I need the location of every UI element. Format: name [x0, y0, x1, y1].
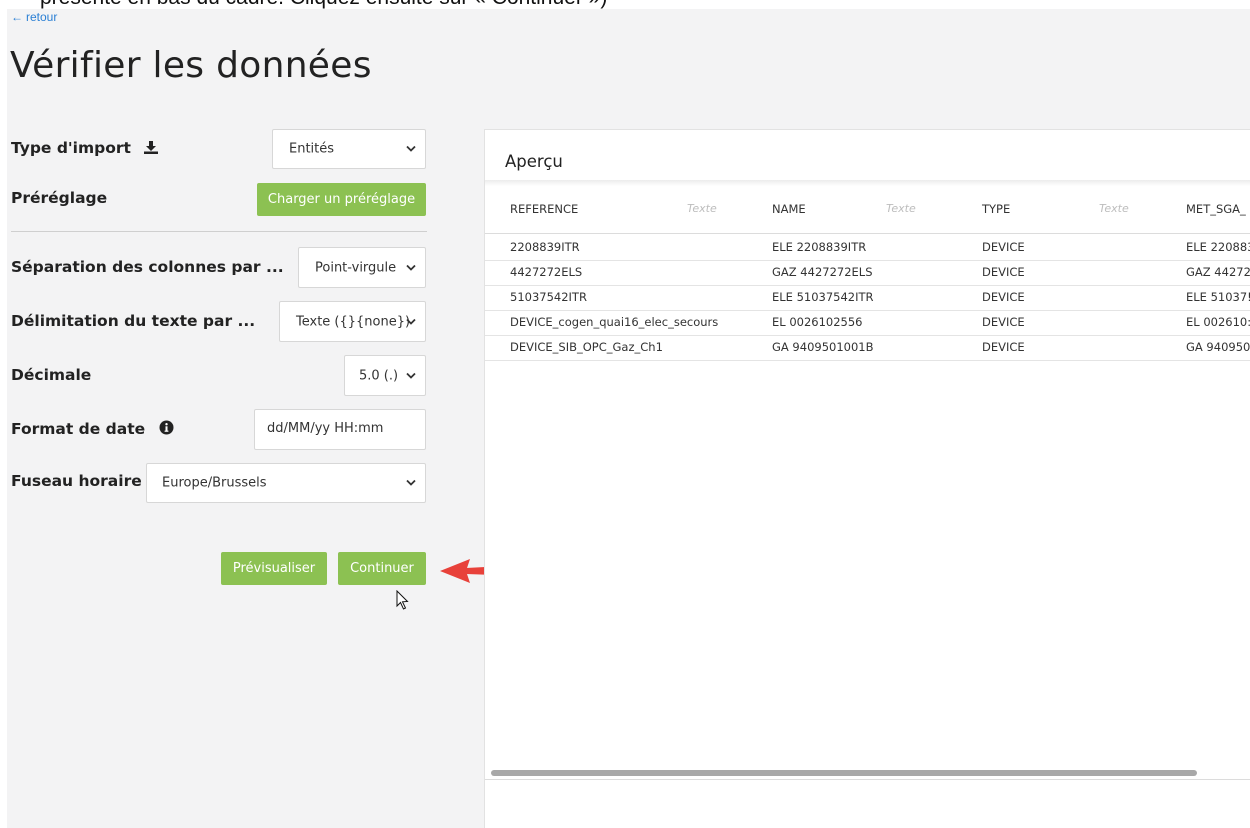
table-cell: GAZ 4427272ELS [772, 265, 873, 279]
column-header-name[interactable]: NAME [772, 202, 806, 216]
back-link-label: retour [26, 10, 58, 24]
table-header-divider [485, 233, 1250, 234]
text-delimiter-select[interactable]: Texte ({}{none}) [279, 301, 426, 342]
import-type-label: Type d'import [11, 139, 159, 158]
mouse-cursor-icon [396, 590, 409, 610]
page-title: Vérifier les données [10, 45, 372, 86]
timezone-select[interactable]: Europe/Brussels [146, 463, 426, 503]
date-format-label-text: Format de date [11, 420, 146, 438]
info-icon[interactable] [159, 420, 174, 439]
chevron-down-icon [406, 476, 416, 491]
back-link[interactable]: ← retour [11, 10, 57, 24]
table-cell: DEVICE [982, 290, 1025, 304]
decimal-select[interactable]: 5.0 (.) [344, 355, 426, 396]
decimal-label: Décimale [11, 366, 92, 384]
chevron-down-icon [406, 142, 416, 157]
table-row: 51037542ITR ELE 51037542ITR DEVICE ELE 5… [485, 286, 1250, 311]
table-cell: EL 002610: [1186, 315, 1250, 329]
table-cell: 2208839ITR [510, 240, 580, 254]
horizontal-scrollbar[interactable] [491, 770, 1197, 776]
column-header-reference[interactable]: REFERENCE [510, 202, 578, 216]
table-cell: EL 0026102556 [772, 315, 863, 329]
table-row: DEVICE_SIB_OPC_Gaz_Ch1 GA 9409501001B DE… [485, 336, 1250, 361]
preview-button[interactable]: Prévisualiser [221, 552, 327, 585]
back-arrow-icon: ← [11, 10, 23, 24]
column-type-name[interactable]: Texte [886, 202, 916, 215]
download-icon[interactable] [144, 140, 159, 158]
column-separator-value: Point-virgule [315, 260, 397, 275]
table-cell: DEVICE_cogen_quai16_elec_secours [510, 315, 719, 329]
table-cell: ELE 51037542ITR [772, 290, 874, 304]
chevron-down-icon [406, 314, 416, 329]
column-type-reference[interactable]: Texte [687, 202, 717, 215]
preset-label: Préréglage [11, 189, 108, 207]
table-cell: GA 940950 [1186, 340, 1250, 354]
timezone-label: Fuseau horaire [11, 472, 142, 490]
column-header-met-sga[interactable]: MET_SGA_ [1186, 202, 1250, 216]
column-header-type[interactable]: TYPE [982, 202, 1010, 216]
table-row: 2208839ITR ELE 2208839ITR DEVICE ELE 220… [485, 236, 1250, 261]
import-type-label-text: Type d'import [11, 139, 131, 157]
continue-button[interactable]: Continuer [338, 552, 426, 585]
date-format-value: dd/MM/yy HH:mm [267, 421, 384, 436]
table-cell: DEVICE [982, 315, 1025, 329]
column-separator-select[interactable]: Point-virgule [298, 247, 426, 288]
panel-header-shadow [485, 180, 1250, 186]
import-verify-page: ← retour Vérifier les données Type d'impo… [7, 9, 1250, 828]
decimal-value: 5.0 (.) [359, 368, 399, 383]
load-preset-button[interactable]: Charger un préréglage [257, 183, 426, 216]
import-type-value: Entités [289, 141, 335, 157]
preview-panel: Aperçu REFERENCE Texte NAME Texte TYPE T… [484, 129, 1250, 828]
table-cell: GAZ 44272 [1186, 265, 1250, 279]
table-cell: 51037542ITR [510, 290, 587, 304]
table-cell: 4427272ELS [510, 265, 583, 279]
divider [11, 231, 427, 232]
table-cell: DEVICE_SIB_OPC_Gaz_Ch1 [510, 340, 663, 354]
table-row: DEVICE_cogen_quai16_elec_secours EL 0026… [485, 311, 1250, 336]
table-row: 4427272ELS GAZ 4427272ELS DEVICE GAZ 442… [485, 261, 1250, 286]
text-delimiter-label: Délimitation du texte par ... [11, 312, 256, 330]
chevron-down-icon [406, 368, 416, 383]
column-type-type[interactable]: Texte [1099, 202, 1129, 215]
import-type-select[interactable]: Entités [272, 129, 426, 169]
panel-footer-divider [485, 779, 1250, 780]
table-cell: ELE 2208839ITR [772, 240, 867, 254]
table-cell: DEVICE [982, 265, 1025, 279]
table-cell: DEVICE [982, 340, 1025, 354]
column-separator-label: Séparation des colonnes par ... [11, 258, 284, 276]
date-format-input[interactable]: dd/MM/yy HH:mm [254, 409, 426, 450]
timezone-value: Europe/Brussels [162, 475, 267, 491]
table-cell: ELE 51037! [1186, 290, 1250, 304]
table-cell: GA 9409501001B [772, 340, 874, 354]
preview-title: Aperçu [505, 152, 563, 171]
text-delimiter-value: Texte ({}{none}) [296, 314, 411, 329]
date-format-label: Format de date [11, 420, 174, 439]
table-cell: ELE 220883 [1186, 240, 1250, 254]
chevron-down-icon [406, 260, 416, 275]
table-cell: DEVICE [982, 240, 1025, 254]
